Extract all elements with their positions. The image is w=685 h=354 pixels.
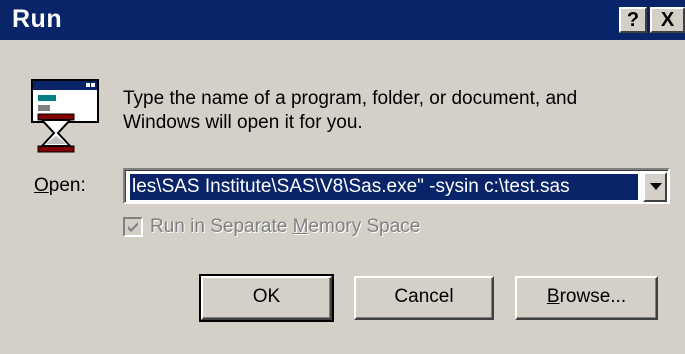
instruction-text: Type the name of a program, folder, or d…	[123, 87, 663, 135]
separate-memory-label-start: Run in Separate	[150, 216, 293, 237]
open-combobox[interactable]: les\SAS Institute\SAS\V8\Sas.exe" -sysin…	[123, 168, 670, 204]
run-program-icon	[30, 78, 102, 154]
checkmark-icon	[128, 222, 138, 232]
browse-button[interactable]: Browse...	[515, 276, 658, 320]
open-label-rest: pen:	[48, 175, 86, 196]
title-bar[interactable]: Run ? X	[0, 0, 685, 40]
run-dialog: Run ? X Type the name of a program, fold…	[0, 0, 685, 354]
window-title: Run	[12, 5, 63, 33]
ok-button[interactable]: OK	[199, 274, 334, 322]
separate-memory-label-end: emory Space	[308, 216, 421, 237]
open-label-mnemonic: O	[34, 175, 49, 196]
browse-label-rest: rowse...	[559, 286, 627, 307]
open-combobox-frame: les\SAS Institute\SAS\V8\Sas.exe" -sysin…	[125, 170, 668, 202]
separate-memory-label: Run in Separate Memory Space	[150, 215, 420, 239]
separate-memory-checkbox	[123, 217, 143, 237]
open-input[interactable]: les\SAS Institute\SAS\V8\Sas.exe" -sysin…	[130, 174, 638, 200]
dropdown-button[interactable]	[643, 172, 667, 202]
chevron-down-icon	[650, 183, 662, 190]
instruction-line-2: Windows will open it for you.	[123, 112, 363, 133]
browse-mnemonic: B	[546, 286, 560, 307]
instruction-line-1: Type the name of a program, folder, or d…	[123, 88, 578, 109]
close-button[interactable]: X	[650, 7, 685, 33]
separate-memory-label-mnemonic: M	[292, 216, 309, 237]
open-label: Open:	[34, 174, 86, 198]
cancel-button[interactable]: Cancel	[354, 276, 494, 320]
help-button[interactable]: ?	[619, 7, 647, 33]
